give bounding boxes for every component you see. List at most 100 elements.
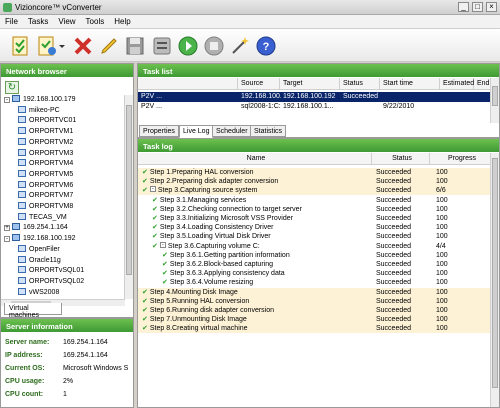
collapse-icon[interactable]: -: [159, 241, 166, 248]
tab-statistics[interactable]: Statistics: [250, 125, 287, 137]
log-step: ✔ Step 2.Preparing disk adapter conversio…: [142, 177, 370, 186]
help-icon[interactable]: ?: [255, 35, 277, 57]
server-info-row: Current OS: Microsoft Windows S: [5, 365, 128, 372]
tree-node-vm[interactable]: ORPORTVM2: [18, 137, 73, 147]
log-row[interactable]: ✔ - Step 3.Capturing source system Succeede…: [138, 186, 492, 196]
tree-node-vm[interactable]: ORPORTvSQL02: [18, 276, 84, 286]
menu-view[interactable]: View: [53, 15, 80, 26]
menu-tasks[interactable]: Tasks: [23, 15, 53, 26]
server-info-value: 169.254.1.164: [63, 352, 108, 359]
tree-node-vm[interactable]: ORPORTVM7: [18, 191, 73, 200]
success-check-icon: ✔: [152, 215, 158, 222]
task-log-panel: Task log Name Status Progress ✔ Step 1.Pr…: [137, 138, 500, 408]
tree-node-vm[interactable]: ORPORTVM8: [18, 202, 73, 211]
tree-node-vm[interactable]: ORPORTVM5: [18, 169, 73, 179]
log-row[interactable]: ✔ Step 3.1.Managing services Succeeded 100: [138, 196, 492, 205]
tree-node-network[interactable]: +169.254.1.164: [4, 223, 68, 232]
column-header-log-progress[interactable]: Progress: [430, 153, 492, 165]
collapse-icon[interactable]: -: [4, 97, 10, 103]
log-progress: 100: [436, 205, 448, 213]
expand-icon[interactable]: +: [4, 225, 10, 232]
log-step: ✔ Step 4.Mounting Disk Image: [142, 288, 370, 297]
delete-icon[interactable]: [72, 35, 94, 57]
tree-node-vm[interactable]: mikeo-PC: [18, 105, 60, 115]
refresh-icon[interactable]: ↻: [5, 81, 19, 94]
tree-vertical-scrollbar[interactable]: [124, 95, 133, 299]
dropdown-arrow-icon[interactable]: [57, 35, 67, 57]
server-info-label: IP address:: [5, 352, 43, 359]
tab-live-log[interactable]: Live Log: [179, 125, 214, 138]
column-header-name[interactable]: [138, 78, 238, 90]
column-header-source[interactable]: Source: [238, 78, 280, 90]
tree-node-network[interactable]: - 192.168.100.192: [4, 234, 76, 243]
tab-properties[interactable]: Properties: [139, 125, 179, 137]
log-row[interactable]: ✔ Step 3.5.Loading Virtual Disk Driver Suc…: [138, 232, 492, 241]
import-icon[interactable]: [36, 35, 58, 57]
close-button[interactable]: ×: [486, 2, 497, 12]
maximize-button[interactable]: □: [472, 2, 483, 12]
computer-icon: [18, 159, 26, 167]
tree-node-vm[interactable]: vWS2008: [18, 287, 59, 297]
stop-icon[interactable]: [203, 35, 225, 57]
success-check-icon: ✔: [142, 307, 148, 314]
save-icon[interactable]: [124, 35, 146, 57]
tree-node-vm[interactable]: OpenFiler: [18, 244, 60, 254]
tree-node-vm[interactable]: ORPORTVC01: [18, 116, 76, 125]
computer-icon: [18, 287, 26, 295]
column-header-estimated[interactable]: Estimated: [440, 78, 474, 90]
tree-node-vm[interactable]: ORPORTVM6: [18, 180, 73, 190]
log-progress: 100: [436, 224, 448, 232]
log-row[interactable]: ✔ Step 3.2.Checking connection to target …: [138, 205, 492, 214]
task-list-vertical-scrollbar[interactable]: [490, 78, 499, 123]
menu-file[interactable]: File: [0, 15, 23, 26]
success-check-icon: ✔: [142, 169, 148, 176]
log-row[interactable]: ✔ Step 5.Running HAL conversion Succeeded 1…: [138, 296, 492, 306]
tree-node-vm[interactable]: ORPORTVM3: [18, 148, 73, 158]
column-header-target[interactable]: Target: [280, 78, 340, 90]
collapse-icon[interactable]: -: [149, 186, 156, 193]
column-header-status[interactable]: Status: [340, 78, 380, 90]
log-row[interactable]: ✔ Step 3.6.2.Block-based capturing Succeed…: [138, 260, 492, 269]
tab-virtual-machines[interactable]: Virtual machines: [4, 303, 62, 319]
task-row[interactable]: P2V ... sql2008-1:C: 192.168.100.1... 9/22/…: [138, 102, 492, 112]
log-step-name: Step 3.5.Loading Virtual Disk Driver: [159, 233, 271, 241]
log-row[interactable]: ✔ Step 3.6.4.Volume resizing Succeeded 100: [138, 278, 492, 287]
task-cell-target: 192.168.100.1...: [283, 103, 334, 110]
tree-node-vm[interactable]: ORPORTVM4: [18, 159, 73, 168]
network-icon: [12, 234, 20, 242]
tree-node-vm[interactable]: TECAS_VM: [18, 212, 67, 222]
tree-node-vm[interactable]: ORPORTvSQL01: [18, 266, 84, 275]
run-icon[interactable]: [177, 35, 199, 57]
tree-node-vm[interactable]: Oracle11g: [18, 255, 61, 265]
log-row[interactable]: ✔ Step 3.6.3.Applying consistency data Suc…: [138, 269, 492, 278]
column-header-log-name[interactable]: Name: [138, 153, 372, 165]
minimize-button[interactable]: _: [458, 2, 469, 12]
log-row[interactable]: ✔ Step 1.Preparing HAL conversion Succeede…: [138, 168, 492, 177]
log-progress: 100: [436, 233, 448, 241]
task-log-vertical-scrollbar[interactable]: [490, 153, 499, 407]
log-row[interactable]: ✔ Step 6.Running disk adapter conversion S…: [138, 306, 492, 315]
tree-node-vm[interactable]: ORPORTVM1: [18, 127, 73, 136]
log-row[interactable]: ✔ Step 8.Creating virtual machine Succeede…: [138, 324, 492, 334]
menu-tools[interactable]: Tools: [81, 15, 110, 26]
collapse-icon[interactable]: -: [4, 236, 10, 243]
tree-node-network[interactable]: - 192.168.100.179: [4, 95, 76, 104]
log-row[interactable]: ✔ Step 2.Preparing disk adapter conversio…: [138, 177, 492, 187]
tab-scheduler[interactable]: Scheduler: [212, 125, 252, 137]
log-row[interactable]: ✔ Step 3.6.1.Getting partition informatio…: [138, 251, 492, 260]
log-row[interactable]: ✔ Step 7.Unmounting Disk Image Succeeded 10…: [138, 315, 492, 325]
log-row[interactable]: ✔ Step 4.Mounting Disk Image Succeeded 100: [138, 287, 492, 297]
log-status: Succeeded: [376, 196, 412, 204]
column-header-start-time[interactable]: Start time: [380, 78, 440, 90]
settings-icon[interactable]: [151, 35, 173, 57]
column-header-log-status[interactable]: Status: [372, 153, 430, 165]
log-row[interactable]: ✔ - Step 3.6.Capturing volume C: Succeeded 4…: [138, 241, 492, 251]
edit-icon[interactable]: [98, 35, 120, 57]
task-row[interactable]: P2V ... 192.168.100.164192.168.100.192 Suc…: [138, 92, 492, 102]
wizard-icon[interactable]: [229, 35, 251, 57]
log-row[interactable]: ✔ Step 3.3.Initializing Microsoft VSS Pro…: [138, 214, 492, 223]
log-row[interactable]: ✔ Step 3.4.Loading Consistency Driver Succ…: [138, 223, 492, 232]
log-step-name: Step 3.1.Managing services: [159, 196, 247, 204]
menu-help[interactable]: Help: [109, 15, 135, 26]
new-task-icon[interactable]: [10, 35, 32, 57]
